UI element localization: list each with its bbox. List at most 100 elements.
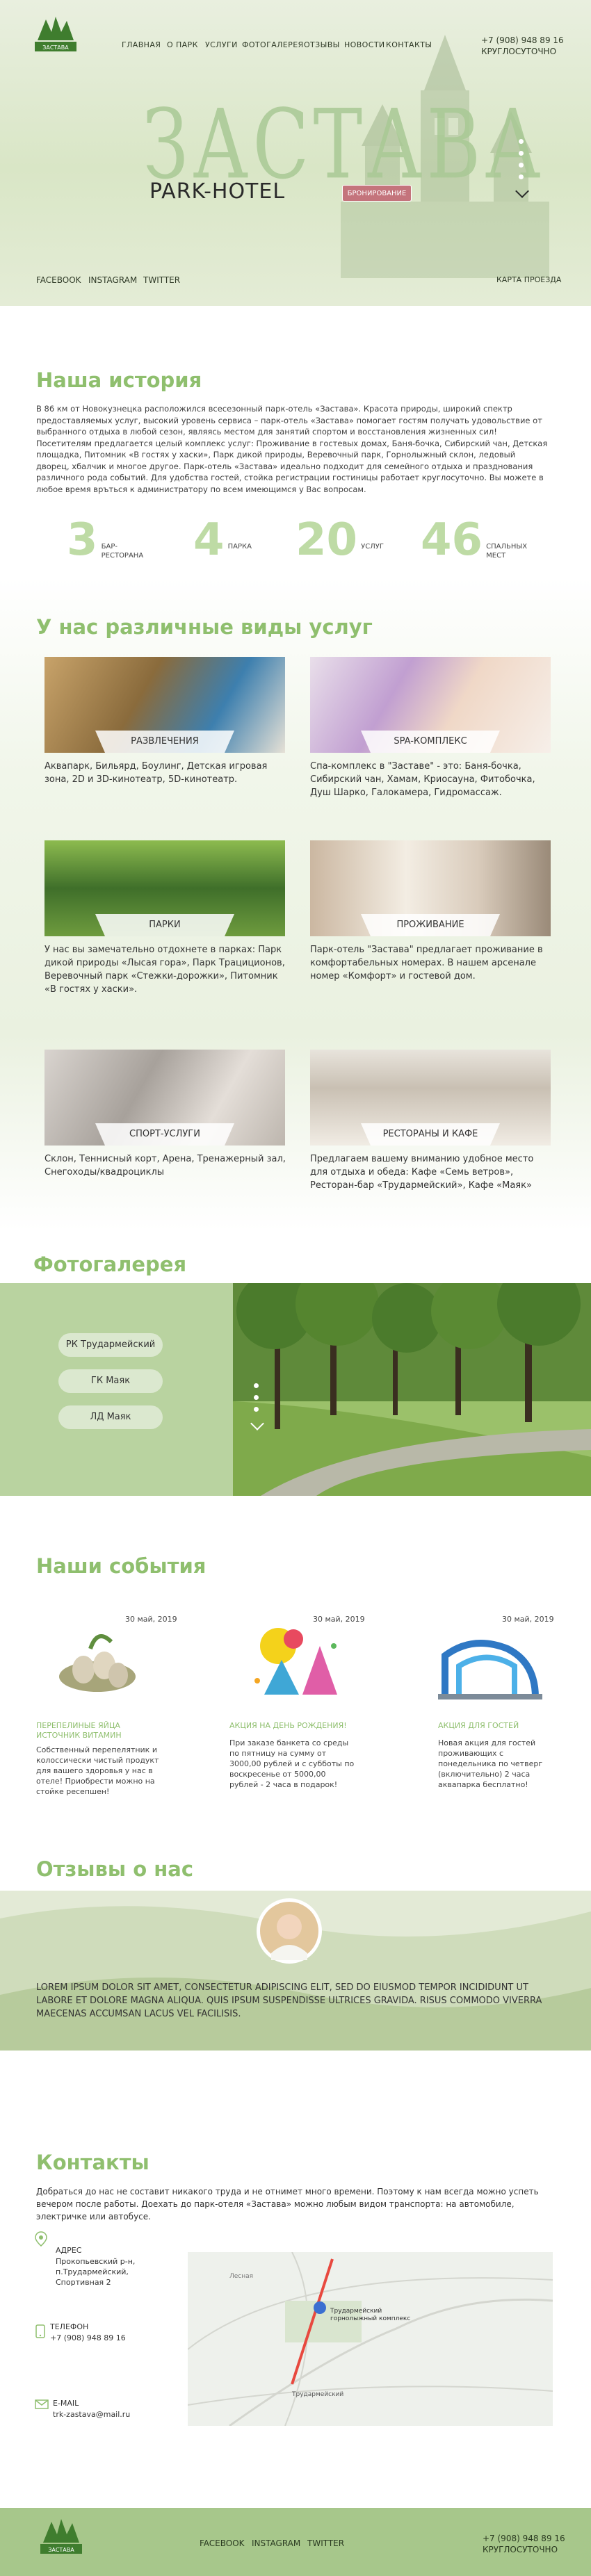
service-text-spa: Спа-комплекс в "Заставе" - это: Баня-боч…	[310, 761, 535, 798]
quail-eggs-image[interactable]	[42, 1621, 153, 1697]
stat-label: УСЛУГ	[361, 543, 384, 551]
service-label-restaurants[interactable]: РЕСТОРАНЫ И КАФЕ	[361, 1123, 500, 1146]
contacts-text: Добраться до нас не составит никакого тр…	[36, 2187, 539, 2222]
nav-item-news[interactable]: Новости	[344, 40, 385, 49]
gallery-title: Фотогалерея	[33, 1253, 187, 1276]
event-date: 30 май, 2019	[125, 1615, 177, 1624]
address-label: Адрес	[56, 2246, 82, 2255]
location-pin-icon	[35, 2231, 47, 2247]
waterpark-image[interactable]	[431, 1628, 549, 1704]
phone-label: Телефон	[50, 2322, 89, 2331]
event-title[interactable]: АКЦИЯ НА ДЕНЬ РОЖДЕНИЯ!	[229, 1721, 362, 1731]
hero-slider-dots	[515, 139, 529, 198]
booking-button[interactable]: БРОНИРОВАНИЕ	[342, 185, 412, 202]
stat-number: 4	[193, 514, 225, 566]
service-label-entertainment[interactable]: РАЗВЛЕЧЕНИЯ	[95, 731, 234, 753]
gallery-tab-trudarmeysky[interactable]: РК Трудармейский	[58, 1333, 163, 1357]
reviews-title: Отзывы о нас	[36, 1857, 194, 1881]
gallery-tab-mayak-ld[interactable]: ЛД Маяк	[58, 1405, 163, 1429]
party-image[interactable]	[236, 1618, 355, 1702]
entertainment-image[interactable]: РАЗВЛЕЧЕНИЯ	[44, 657, 285, 753]
event-text: При заказе банкета со среды по пятницу н…	[229, 1738, 355, 1789]
svg-text:ЗАСТАВА: ЗАСТАВА	[42, 44, 69, 51]
service-label-accommodation[interactable]: ПРОЖИВАНИЕ	[361, 914, 500, 936]
stat-restaurants: 3 БАР-РЕСТОРАНА	[67, 516, 143, 564]
email-icon	[35, 2399, 49, 2409]
service-text-restaurants: Предлагаем вашему вниманию удобное место…	[310, 1154, 534, 1191]
nav-item-reviews[interactable]: Отзывы	[304, 40, 340, 49]
review-text: Lorem ipsum dolor sit amet, consectetur …	[36, 1982, 542, 2019]
nav-item-contacts[interactable]: Контакты	[386, 40, 432, 49]
footer-instagram-link[interactable]: INSTAGRAM	[252, 2538, 300, 2548]
service-label-parks[interactable]: ПАРКИ	[95, 914, 234, 936]
stat-beds: 46 СПАЛЬНЫХ МЕСТ	[421, 516, 528, 564]
hero-subtitle: PARK-HOTEL	[149, 179, 286, 204]
service-text-accommodation: Парк-отель "Застава" предлагает проживан…	[310, 945, 543, 981]
slider-dot[interactable]	[518, 174, 524, 179]
event-title[interactable]: ПЕРЕПЕЛИНЫЕ ЯЙЦА ИСТОЧНИК ВИТАМИН	[36, 1721, 154, 1741]
contact-map[interactable]: Трудармейский горнолыжный комплекс Труда…	[188, 2252, 553, 2426]
footer-logo[interactable]: ЗАСТАВА	[36, 2515, 86, 2557]
history-text: В 86 км от Новокузнецка расположился все…	[36, 404, 548, 494]
reviewer-avatar	[257, 1898, 322, 1964]
phone-value[interactable]: +7 (908) 948 89 16	[50, 2333, 126, 2343]
footer-phone-number[interactable]: +7 (908) 948 89 16	[483, 2533, 565, 2544]
stat-number: 20	[296, 514, 358, 566]
slider-dot[interactable]	[253, 1383, 259, 1388]
slider-dot[interactable]	[518, 163, 524, 168]
slider-dot[interactable]	[518, 151, 524, 156]
stat-label: СПАЛЬНЫХ МЕСТ	[486, 543, 528, 560]
instagram-link[interactable]: INSTAGRAM	[88, 275, 137, 285]
event-title[interactable]: АКЦИЯ ДЛЯ ГОСТЕЙ	[438, 1721, 563, 1731]
footer-facebook-link[interactable]: FACEBOOK	[200, 2538, 245, 2548]
gallery-tab-mayak-gk[interactable]: ГК Маяк	[58, 1369, 163, 1393]
header-phone: +7 (908) 948 89 16 КРУГЛОСУТОЧНО	[481, 35, 564, 57]
map-label-street: Лесная	[229, 2273, 254, 2280]
contacts-title: Контакты	[36, 2151, 149, 2174]
footer-phone: +7 (908) 948 89 16 КРУГЛОСУТОЧНО	[483, 2533, 565, 2555]
services-title: У нас различные виды услуг	[36, 615, 373, 639]
event-text: Собственный перепелятник и колоссически …	[36, 1745, 159, 1796]
service-text-sport: Склон, Теннисный корт, Арена, Тренажерны…	[44, 1154, 286, 1177]
accommodation-image[interactable]: ПРОЖИВАНИЕ	[310, 840, 551, 936]
nav-item-services[interactable]: Услуги	[205, 40, 238, 49]
map-label-complex: Трудармейский горнолыжный комплекс	[330, 2308, 411, 2322]
service-text-entertainment: Аквапарк, Бильярд, Боулинг, Детская игро…	[44, 761, 268, 785]
stat-number: 3	[67, 514, 98, 566]
nav-item-gallery[interactable]: Фотогалерея	[242, 40, 304, 49]
svg-text:ЗАСТАВА: ЗАСТАВА	[48, 2547, 74, 2553]
footer-hours: КРУГЛОСУТОЧНО	[483, 2545, 558, 2554]
facebook-link[interactable]: FACEBOOK	[36, 275, 81, 285]
spa-image[interactable]: SPA-КОМПЛЕКС	[310, 657, 551, 753]
service-text-parks: У нас вы замечательно отдохнете в парках…	[44, 945, 285, 995]
gallery-slider-dots	[250, 1383, 264, 1430]
stat-parks: 4 ПАРКА	[193, 516, 270, 564]
email-value[interactable]: trk-zastava@mail.ru	[53, 2409, 130, 2420]
slider-dot[interactable]	[253, 1395, 259, 1400]
stat-label: БАР-РЕСТОРАНА	[101, 543, 144, 560]
slider-dot[interactable]	[518, 139, 524, 144]
event-date: 30 май, 2019	[313, 1615, 365, 1624]
stat-services: 20 УСЛУГ	[296, 516, 403, 564]
parks-image[interactable]: ПАРКИ	[44, 840, 285, 936]
email-label: E-mail	[53, 2399, 79, 2408]
restaurant-image[interactable]: РЕСТОРАНЫ И КАФЕ	[310, 1050, 551, 1146]
events-title: Наши события	[36, 1554, 207, 1578]
map-link[interactable]: КАРТА ПРОЕЗДА	[496, 275, 561, 284]
stat-number: 46	[421, 514, 483, 566]
event-date: 30 май, 2019	[502, 1615, 554, 1624]
stat-label: ПАРКА	[227, 543, 252, 551]
map-label-village: Трудармейский	[292, 2391, 344, 2398]
slider-dot[interactable]	[253, 1407, 259, 1412]
twitter-link[interactable]: TWITTER	[143, 275, 180, 285]
header-phone-number[interactable]: +7 (908) 948 89 16	[481, 35, 564, 46]
nav-item-about[interactable]: О парк	[167, 40, 198, 49]
sport-image[interactable]: СПОРТ-УСЛУГИ	[44, 1050, 285, 1146]
gallery-photo[interactable]	[233, 1283, 591, 1496]
service-label-sport[interactable]: СПОРТ-УСЛУГИ	[95, 1123, 234, 1146]
footer-twitter-link[interactable]: TWITTER	[307, 2538, 344, 2548]
event-text: Новая акция для гостей проживающих с пон…	[438, 1738, 543, 1789]
logo[interactable]: ЗАСТАВА	[31, 13, 81, 54]
service-label-spa[interactable]: SPA-КОМПЛЕКС	[361, 731, 500, 753]
nav-item-home[interactable]: Главная	[122, 40, 161, 49]
